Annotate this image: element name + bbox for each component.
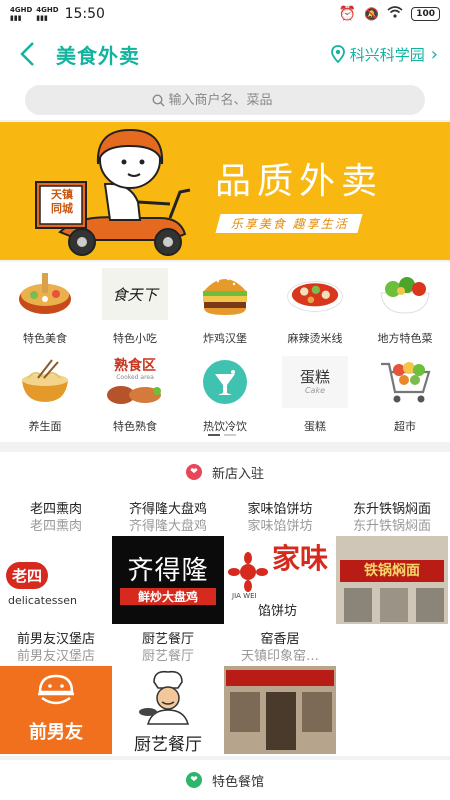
search-box[interactable]: [25, 85, 425, 115]
store-list: 老四熏肉 老四熏肉 老四 delicatessen 齐得隆大盘鸡 齐得隆大盘鸡 …: [0, 492, 450, 756]
page-dot-active: [208, 434, 220, 436]
location-label: 科兴科学园: [349, 45, 425, 64]
search-bar: [0, 80, 450, 120]
section-title: 新店入驻: [211, 466, 264, 482]
store-image: 铁锅焖面: [336, 536, 448, 624]
chevron-right-icon: ›: [430, 43, 438, 65]
location-selector[interactable]: 科兴科学园 ›: [330, 43, 438, 65]
store-image: 前男友: [0, 666, 112, 754]
banner-tagline: 乐享美食 趣享生活: [215, 214, 363, 233]
snack-icon: 食天下: [102, 268, 168, 320]
section-header-featured: ❤ 特色餐馆: [0, 760, 450, 800]
store-card[interactable]: 老四熏肉 老四熏肉 老四 delicatessen: [0, 498, 112, 624]
category-label: 炸鸡汉堡: [203, 332, 247, 345]
store-image: 齐得隆 鲜炒大盘鸡: [112, 536, 224, 624]
status-icons: ⏰ 🔕 100: [339, 6, 440, 22]
category-item[interactable]: 食天下 特色小吃: [90, 262, 180, 352]
category-item[interactable]: 蛋糕 Cake 蛋糕: [270, 350, 360, 440]
hotpot-icon: [16, 268, 74, 320]
store-name: 前男友汉堡店: [16, 632, 95, 645]
store-subtitle: 老四熏肉: [29, 519, 82, 532]
store-image: 厨艺餐厅: [112, 666, 224, 754]
mute-icon: 🔕: [364, 7, 380, 21]
store-card[interactable]: 齐得隆大盘鸡 齐得隆大盘鸡 齐得隆 鲜炒大盘鸡: [112, 498, 224, 624]
store-name: 厨艺餐厅: [141, 632, 194, 645]
store-card[interactable]: 家味馅饼坊 家味馅饼坊 家味 JIA WEI 馅饼坊: [224, 498, 336, 624]
section-title: 特色餐馆: [211, 774, 264, 790]
status-bar: 4GHD ▮▮▮ 4GHD ▮▮▮ 15:50 ⏰ 🔕 100: [0, 0, 450, 28]
promo-banner[interactable]: 天镇 同城 品质外卖 乐享美食 趣享生活: [0, 122, 450, 260]
drink-icon: [196, 356, 254, 408]
category-item[interactable]: 麻辣烫米线: [270, 262, 360, 352]
store-image: 老四 delicatessen: [0, 536, 112, 624]
heart-icon: ❤: [185, 772, 202, 788]
category-item[interactable]: 熟食区 Cooked area 特色熟食: [90, 350, 180, 440]
heart-icon: ❤: [185, 464, 202, 480]
cake-icon: 蛋糕 Cake: [282, 356, 348, 408]
category-label: 特色小吃: [113, 332, 157, 345]
clock: 15:50: [64, 6, 105, 22]
signal-indicator-2: 4GHD ▮▮▮: [36, 6, 59, 22]
store-subtitle: 东升铁锅焖面: [352, 519, 431, 532]
back-button[interactable]: [12, 39, 42, 69]
search-input[interactable]: [168, 92, 299, 108]
store-subtitle: 前男友汉堡店: [16, 649, 95, 662]
cart-icon: [376, 356, 434, 408]
app-header: 美食外卖 科兴科学园 ›: [0, 28, 450, 80]
search-icon: [151, 93, 164, 106]
store-name: 东升铁锅焖面: [352, 502, 431, 515]
store-card[interactable]: 东升铁锅焖面 东升铁锅焖面 铁锅焖面: [336, 498, 448, 624]
store-card[interactable]: 窑香居 天镇印象窑…: [224, 628, 336, 754]
category-item[interactable]: 炸鸡汉堡: [180, 262, 270, 352]
deli-icon: 熟食区 Cooked area: [102, 356, 168, 408]
battery-indicator: 100: [411, 7, 440, 21]
category-label: 特色美食: [23, 332, 67, 345]
burger-icon: [196, 268, 254, 320]
alarm-icon: ⏰: [338, 6, 357, 22]
store-subtitle: 厨艺餐厅: [141, 649, 194, 662]
signal-indicator: 4GHD ▮▮▮: [10, 6, 33, 22]
category-label: 热饮冷饮: [203, 420, 247, 433]
category-item[interactable]: 养生面: [0, 350, 90, 440]
location-pin-icon: [330, 45, 345, 63]
category-grid: 特色美食 食天下 特色小吃 炸鸡汉堡 麻辣烫米线 地方特色菜 养生面 熟食区 C: [0, 262, 450, 442]
category-item[interactable]: 特色美食: [0, 262, 90, 352]
category-item[interactable]: 超市: [360, 350, 450, 440]
noodle-bowl-icon: [286, 268, 344, 320]
category-item[interactable]: 热饮冷饮: [180, 350, 270, 440]
page-dot: [224, 434, 236, 436]
banner-headline: 品质外卖: [215, 161, 384, 202]
store-name: 窑香居: [260, 632, 300, 645]
banner-logo: 天镇 同城: [51, 188, 73, 215]
category-label: 超市: [394, 420, 416, 433]
wifi-icon: [387, 6, 403, 22]
chevron-left-icon: [20, 42, 34, 66]
salad-icon: [376, 268, 434, 320]
store-name: 家味馅饼坊: [247, 502, 313, 515]
category-item[interactable]: 地方特色菜: [360, 262, 450, 352]
store-subtitle: 天镇印象窑…: [240, 649, 319, 662]
noodle-icon: [16, 356, 74, 408]
store-name: 齐得隆大盘鸡: [128, 502, 207, 515]
store-name: 老四熏肉: [29, 502, 82, 515]
category-label: 地方特色菜: [377, 332, 433, 345]
store-subtitle: 家味馅饼坊: [247, 519, 313, 532]
category-label: 蛋糕: [304, 420, 326, 433]
page-title: 美食外卖: [56, 43, 140, 68]
section-header-new-stores: ❤ 新店入驻: [0, 452, 450, 492]
store-image: [224, 666, 336, 754]
category-label: 麻辣烫米线: [287, 332, 343, 345]
store-card[interactable]: 厨艺餐厅 厨艺餐厅 厨艺餐厅: [112, 628, 224, 754]
category-label: 养生面: [28, 420, 62, 433]
page-indicator: [208, 434, 236, 436]
category-label: 特色熟食: [113, 420, 157, 433]
store-card[interactable]: 前男友汉堡店 前男友汉堡店 前男友: [0, 628, 112, 754]
store-image: 家味 JIA WEI 馅饼坊: [224, 536, 336, 624]
store-subtitle: 齐得隆大盘鸡: [128, 519, 207, 532]
